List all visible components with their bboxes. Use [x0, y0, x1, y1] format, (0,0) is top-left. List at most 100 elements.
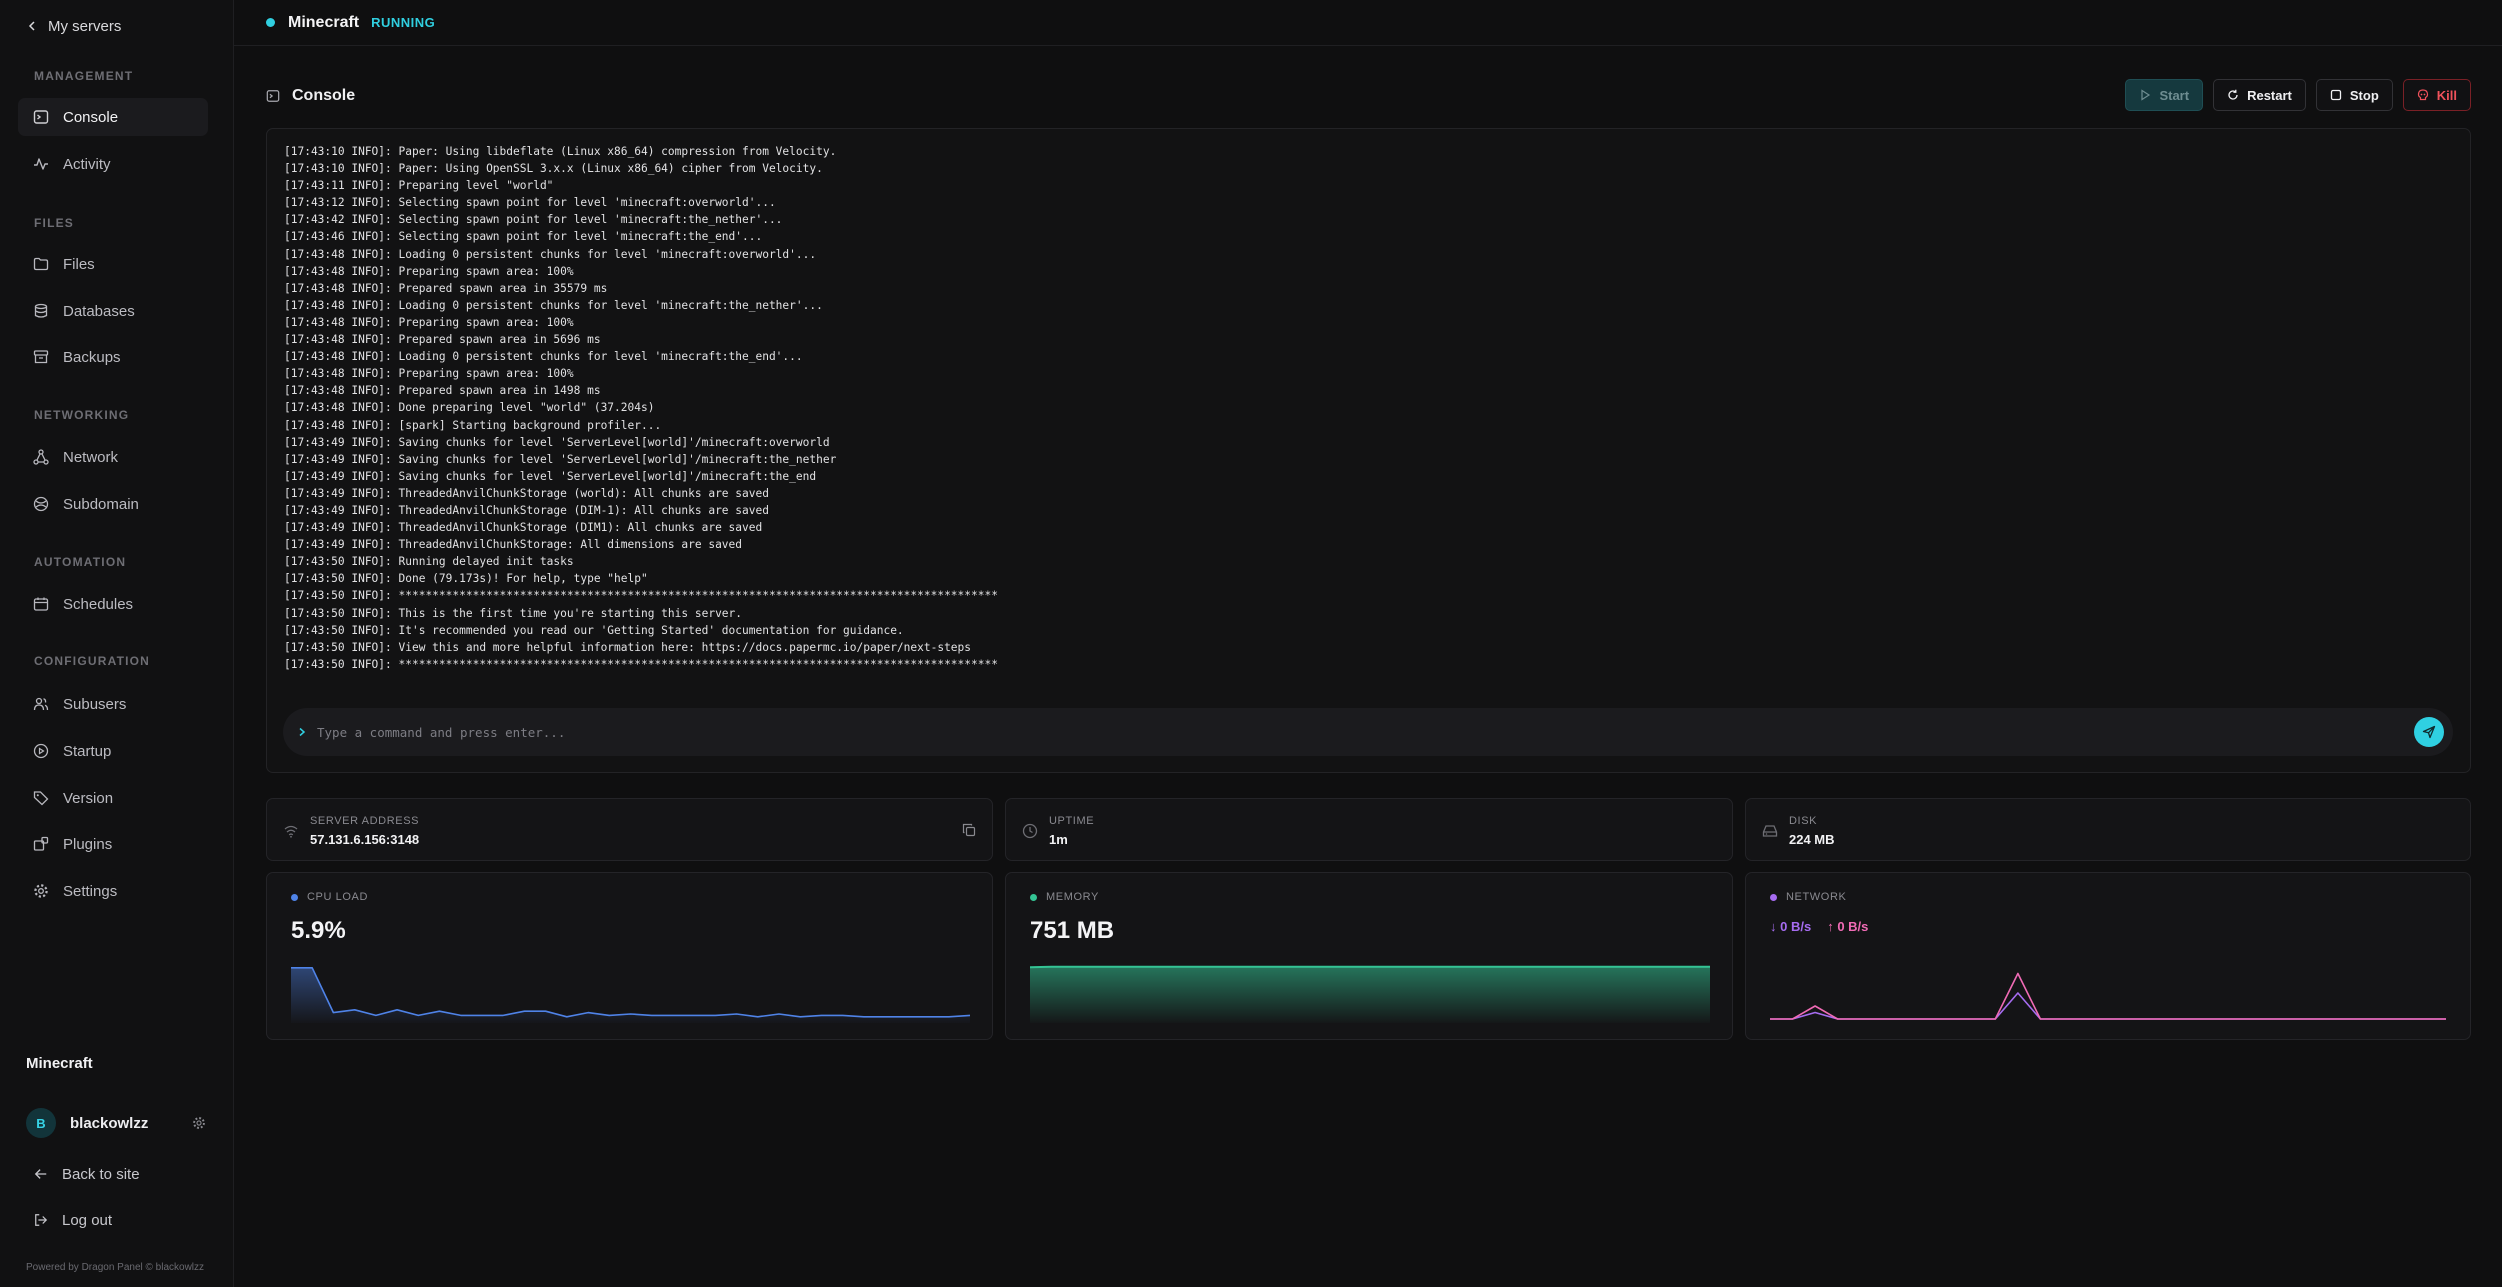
memory-value: 751 MB: [1030, 917, 1115, 944]
log-line: [17:43:49 INFO]: Saving chunks for level…: [284, 469, 817, 483]
stop-button[interactable]: Stop: [2315, 79, 2393, 111]
folder-icon: [33, 257, 49, 271]
back-to-servers-link[interactable]: My servers: [26, 14, 121, 38]
memory-label: MEMORY: [1046, 891, 1099, 903]
play-circle-icon: [33, 743, 49, 759]
kill-button[interactable]: Kill: [2402, 79, 2471, 111]
sidebar-item-startup[interactable]: Startup: [18, 732, 208, 770]
cpu-card: CPU LOAD 5.9%: [266, 872, 993, 1040]
sidebar-item-backups[interactable]: Backups: [18, 338, 208, 376]
gear-icon[interactable]: [192, 1116, 206, 1130]
log-line: [17:43:46 INFO]: Selecting spawn point f…: [284, 230, 763, 244]
sidebar-item-files[interactable]: Files: [18, 245, 208, 283]
command-input[interactable]: [317, 724, 2414, 740]
sidebar-item-network[interactable]: Network: [18, 438, 208, 476]
chevron-left-icon: [28, 21, 35, 31]
sidebar-item-subusers[interactable]: Subusers: [18, 685, 208, 723]
sidebar-item-plugins[interactable]: Plugins: [18, 825, 208, 863]
powered-by: Powered by Dragon Panel © blackowlzz: [26, 1262, 205, 1273]
section-networking: NETWORKING: [34, 408, 130, 422]
sidebar-item-version[interactable]: Version: [18, 779, 208, 817]
log-line: [17:43:48 INFO]: Loading 0 persistent ch…: [284, 298, 823, 312]
network-up-line: [1770, 972, 2446, 1020]
sidebar-item-subdomain[interactable]: Subdomain: [18, 485, 208, 523]
sidebar-item-label: Version: [63, 789, 114, 807]
sidebar: My servers MANAGEMENT Console Activity F…: [0, 0, 234, 1287]
disk-value: 224 MB: [1789, 832, 1835, 847]
log-line: [17:43:42 INFO]: Selecting spawn point f…: [284, 213, 783, 227]
log-line: [17:43:48 INFO]: [spark] Starting backgr…: [284, 418, 662, 432]
network-card: NETWORK ↓ 0 B/s ↑ 0 B/s: [1745, 872, 2471, 1040]
log-line: [17:43:50 INFO]: Done (79.173s)! For hel…: [284, 572, 648, 586]
sidebar-item-schedules[interactable]: Schedules: [18, 585, 208, 623]
cpu-dot: [291, 893, 298, 901]
sidebar-item-databases[interactable]: Databases: [18, 292, 208, 330]
terminal-icon: [266, 90, 280, 102]
sidebar-item-label: Databases: [63, 302, 135, 320]
copy-icon[interactable]: [962, 823, 976, 837]
network-down: ↓ 0 B/s: [1770, 919, 1812, 934]
log-line: [17:43:50 INFO]: ***********************…: [284, 589, 998, 603]
play-icon: [2141, 89, 2151, 101]
section-automation: AUTOMATION: [34, 555, 127, 569]
log-line: [17:43:48 INFO]: Preparing spawn area: 1…: [284, 367, 574, 381]
logout-label: Log out: [62, 1211, 113, 1229]
sidebar-item-console[interactable]: Console: [18, 98, 208, 136]
log-line: [17:43:49 INFO]: ThreadedAnvilChunkStora…: [284, 521, 763, 535]
tag-icon: [33, 791, 49, 806]
log-line: [17:43:12 INFO]: Selecting spawn point f…: [284, 196, 776, 210]
log-line: [17:43:49 INFO]: Saving chunks for level…: [284, 435, 830, 449]
sidebar-item-label: Files: [63, 255, 95, 273]
console-header: Console: [266, 84, 355, 108]
memory-dot: [1030, 893, 1037, 901]
network-label: NETWORK: [1786, 891, 1847, 903]
clock-icon: [1022, 823, 1038, 839]
send-icon: [2422, 725, 2436, 739]
uptime-card: UPTIME 1m: [1005, 798, 1733, 861]
restart-label: Restart: [2247, 87, 2292, 103]
restart-button[interactable]: Restart: [2213, 79, 2306, 111]
username: blackowlzz: [70, 1114, 149, 1132]
start-button[interactable]: Start: [2125, 79, 2204, 111]
log-line: [17:43:48 INFO]: Prepared spawn area in …: [284, 384, 601, 398]
stop-label: Stop: [2349, 87, 2379, 103]
address-label: SERVER ADDRESS: [310, 815, 420, 827]
log-line: [17:43:48 INFO]: Prepared spawn area in …: [284, 281, 608, 295]
sidebar-item-settings[interactable]: Settings: [18, 872, 208, 910]
power-actions: Start Restart Stop Kill: [2125, 79, 2471, 111]
activity-icon: [34, 158, 48, 170]
status-badge: RUNNING: [371, 15, 436, 30]
cpu-value: 5.9%: [291, 917, 346, 944]
command-bar: [283, 708, 2453, 756]
log-line: [17:43:50 INFO]: ***********************…: [284, 657, 998, 671]
log-line: [17:43:48 INFO]: Loading 0 persistent ch…: [284, 350, 803, 364]
send-button[interactable]: [2414, 717, 2444, 747]
log-line: [17:43:49 INFO]: Saving chunks for level…: [284, 452, 837, 466]
logout-icon: [35, 1214, 48, 1226]
uptime-label: UPTIME: [1049, 815, 1095, 827]
logout-link[interactable]: Log out: [34, 1208, 112, 1232]
network-down-line: [1770, 992, 2446, 1020]
disk-card: DISK 224 MB: [1745, 798, 2471, 861]
back-to-site-link[interactable]: Back to site: [34, 1162, 140, 1186]
network-up: ↑ 0 B/s: [1827, 919, 1869, 934]
network-up-value: 0 B/s: [1837, 919, 1869, 934]
log-line: [17:43:11 INFO]: Preparing level "world": [284, 179, 554, 193]
sidebar-item-activity[interactable]: Activity: [18, 145, 208, 183]
arrow-left-icon: [34, 1169, 47, 1179]
restart-icon: [2228, 89, 2238, 100]
back-to-site-label: Back to site: [62, 1165, 140, 1183]
sidebar-item-label: Schedules: [63, 595, 134, 613]
log-line: [17:43:49 INFO]: ThreadedAnvilChunkStora…: [284, 503, 769, 517]
network-label-row: NETWORK: [1770, 891, 1846, 903]
log-line: [17:43:48 INFO]: Prepared spawn area in …: [284, 333, 601, 347]
section-configuration: CONFIGURATION: [34, 654, 151, 668]
memory-card: MEMORY 751 MB: [1005, 872, 1733, 1040]
hard-drive-icon: [1762, 825, 1778, 837]
users-icon: [33, 697, 49, 711]
sidebar-server-name: Minecraft: [26, 1055, 93, 1072]
console-panel: [17:43:10 INFO]: Paper: Using libdeflate…: [266, 128, 2471, 773]
log-line: [17:43:50 INFO]: It's recommended you re…: [284, 623, 904, 637]
log-line: [17:43:48 INFO]: Preparing spawn area: 1…: [284, 315, 574, 329]
log-line: [17:43:49 INFO]: ThreadedAnvilChunkStora…: [284, 538, 743, 552]
